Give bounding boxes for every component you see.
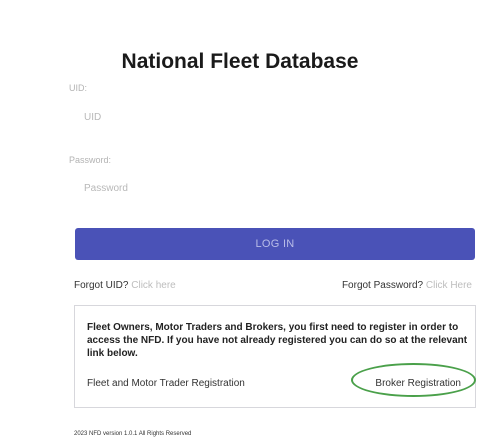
- registration-notice-box: Fleet Owners, Motor Traders and Brokers,…: [74, 305, 476, 408]
- forgot-uid-link[interactable]: Click here: [131, 280, 175, 291]
- password-label: Password:: [69, 155, 112, 165]
- page-title: National Fleet Database: [121, 50, 359, 73]
- login-button[interactable]: LOG IN: [75, 228, 475, 260]
- footer-copyright: 2023 NFD version 1.0.1 All Rights Reserv…: [74, 431, 192, 437]
- broker-registration-link[interactable]: Broker Registration: [375, 378, 461, 389]
- fleet-motor-trader-registration-link[interactable]: Fleet and Motor Trader Registration: [87, 378, 245, 389]
- forgot-password-link[interactable]: Click Here: [426, 280, 472, 291]
- forgot-password-question: Forgot Password?: [341, 280, 424, 291]
- forgot-password: Forgot Password? Click Here: [342, 280, 472, 291]
- forgot-uid-question: Forgot UID?: [74, 280, 129, 291]
- login-page: National Fleet Database UID: Password: L…: [0, 0, 480, 439]
- forgot-uid: Forgot UID? Click here: [74, 280, 176, 291]
- uid-label: UID:: [69, 83, 87, 93]
- registration-notice-text: Fleet Owners, Motor Traders and Brokers,…: [87, 322, 468, 359]
- password-input[interactable]: [69, 174, 474, 202]
- uid-input[interactable]: [69, 103, 474, 131]
